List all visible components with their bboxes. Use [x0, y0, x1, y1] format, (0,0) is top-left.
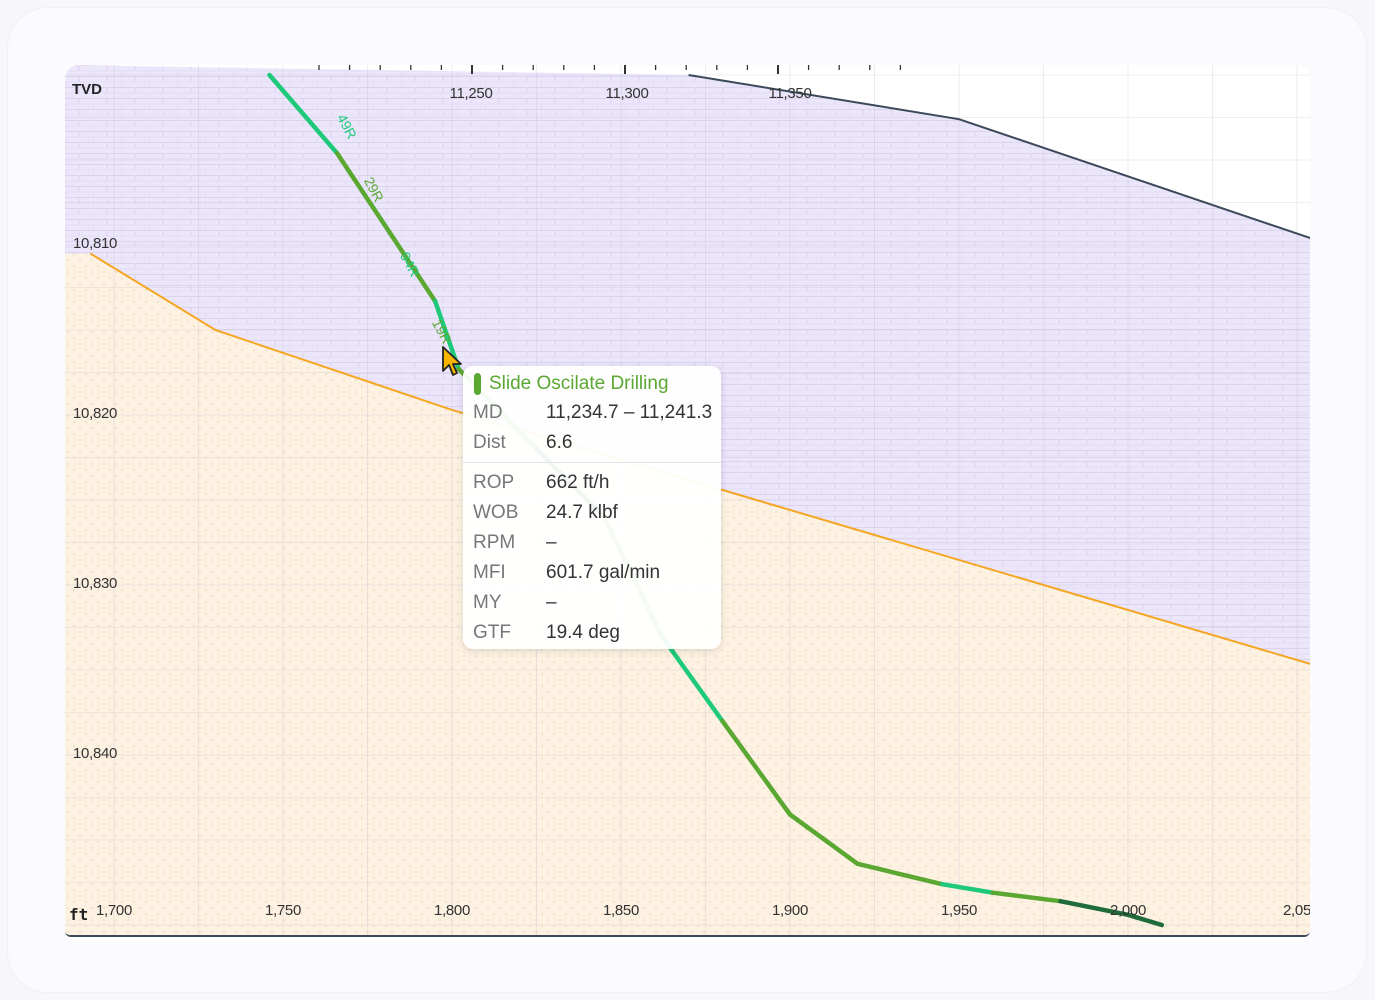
- x-tick-label: 1,700: [95, 902, 133, 919]
- x-tick-label: 1,900: [771, 902, 809, 919]
- md-tick-label: 11,250: [449, 85, 493, 102]
- x-tick-label: 1,950: [940, 902, 978, 919]
- tooltip-key: MD: [473, 402, 503, 423]
- x-axis-unit: ft: [69, 905, 89, 924]
- tooltip-value: 601.7 gal/min: [546, 562, 661, 583]
- y-tick-label: 10,840: [73, 745, 118, 762]
- tooltip-key: Dist: [473, 432, 506, 453]
- tooltip-value: 6.6: [546, 432, 573, 453]
- segment-tooltip: Slide Oscilate Drilling MD 11,234.7 – 11,…: [463, 366, 721, 649]
- x-tick-label: 1,850: [602, 902, 640, 919]
- tooltip-title: Slide Oscilate Drilling: [474, 372, 669, 396]
- x-tick-label: 1,750: [264, 902, 302, 919]
- y-tick-label: 10,820: [73, 405, 118, 422]
- tooltip-key: WOB: [473, 502, 519, 523]
- activity-color-indicator: [474, 373, 481, 395]
- y-tick-label: 10,810: [73, 235, 118, 252]
- tooltip-key: GTF: [473, 622, 511, 643]
- tooltip-value: –: [546, 592, 557, 613]
- tooltip-key: RPM: [473, 532, 516, 553]
- md-tick-label: 11,300: [605, 85, 649, 102]
- x-tick-label: 2,000: [1109, 902, 1147, 919]
- y-tick-label: 10,830: [73, 575, 118, 592]
- tooltip-value: –: [546, 532, 557, 553]
- x-tick-label: 1,800: [433, 902, 471, 919]
- tooltip-title-text: Slide Oscilate Drilling: [489, 373, 669, 394]
- tooltip-value: 11,234.7 – 11,241.3: [546, 402, 713, 423]
- md-tick-label: 11,350: [768, 85, 812, 102]
- tooltip-value: 662 ft/h: [546, 472, 610, 493]
- tooltip-key: MY: [473, 592, 502, 613]
- tooltip-key: MFI: [473, 562, 506, 583]
- tooltip-value: 24.7 klbf: [546, 502, 618, 523]
- tooltip-key: ROP: [473, 472, 515, 493]
- tooltip-divider: [463, 462, 721, 463]
- y-axis-title: TVD: [72, 81, 102, 98]
- x-tick-label: 2,05: [1283, 902, 1310, 919]
- tooltip-value: 19.4 deg: [546, 622, 620, 643]
